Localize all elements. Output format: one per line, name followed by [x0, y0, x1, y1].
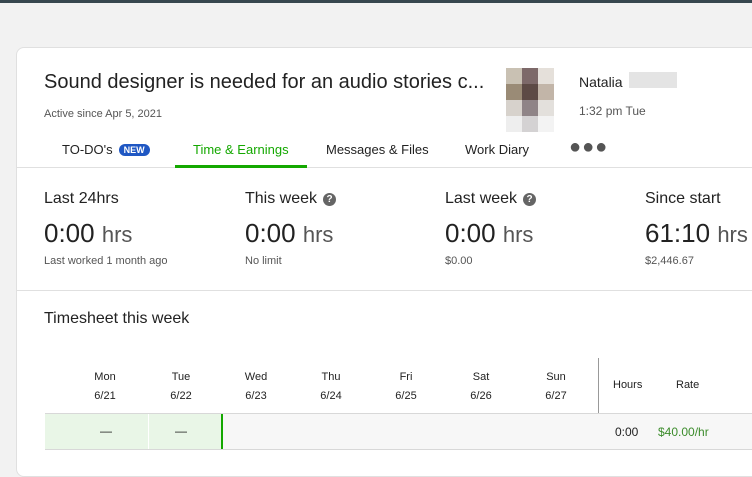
avatar-pixel — [538, 100, 554, 116]
day-header-sun: Sun 6/27 — [545, 371, 567, 402]
avatar-pixel — [522, 68, 538, 84]
stat-label: Since start — [645, 190, 721, 207]
timesheet-title: Timesheet this week — [44, 310, 190, 327]
top-bar — [0, 0, 752, 3]
avatar-pixel — [538, 84, 554, 100]
contract-card: Sound designer is needed for an audio st… — [16, 47, 752, 477]
client-name: Natalia — [579, 74, 623, 90]
client-local-time: 1:32 pm Tue — [579, 104, 646, 118]
client-avatar[interactable] — [506, 68, 554, 132]
stat-subtext: $2,446.67 — [645, 255, 694, 267]
section-divider — [17, 290, 752, 291]
day-header-fri: Fri 6/25 — [395, 371, 417, 402]
active-since: Active since Apr 5, 2021 — [44, 108, 163, 120]
stat-last-24hrs: Last 24hrs 0:00 hrs Last worked 1 month … — [44, 190, 168, 267]
more-icon[interactable]: ●●● — [569, 137, 608, 157]
stat-value: 0:00 hrs — [245, 218, 334, 248]
stat-value: 61:10 hrs — [645, 218, 748, 248]
tab-todos[interactable]: TO-DO's NEW — [62, 142, 150, 168]
avatar-pixel — [522, 116, 538, 132]
help-icon[interactable]: ? — [523, 193, 537, 206]
avatar-pixel — [538, 116, 554, 132]
timesheet-row: — — 0:00 $40.00/hr — [45, 413, 752, 450]
stat-since-start: Since start 61:10 hrs $2,446.67 — [645, 190, 748, 267]
new-badge: NEW — [118, 144, 150, 156]
day-header-sat: Sat 6/26 — [470, 371, 492, 402]
row-rate: $40.00/hr — [658, 425, 709, 439]
avatar-pixel — [506, 84, 522, 100]
hours-header: Hours — [613, 379, 643, 391]
tab-time-earnings[interactable]: Time & Earnings — [175, 142, 307, 168]
avatar-pixel — [506, 100, 522, 116]
stat-label: Last week? — [445, 190, 537, 208]
cell-mon[interactable]: — — [45, 414, 149, 449]
avatar-pixel — [522, 100, 538, 116]
day-header-wed: Wed 6/23 — [244, 371, 268, 402]
tab-bar: TO-DO's NEW Time & Earnings Messages & Fi… — [17, 136, 752, 168]
tab-messages-files[interactable]: Messages & Files — [326, 142, 429, 168]
rate-header: Rate — [676, 379, 700, 391]
day-header-thu: Thu 6/24 — [320, 371, 342, 402]
avatar-pixel — [522, 84, 538, 100]
contract-title[interactable]: Sound designer is needed for an audio st… — [44, 71, 494, 94]
stat-subtext: $0.00 — [445, 255, 473, 267]
stat-subtext: Last worked 1 month ago — [44, 255, 168, 267]
avatar-pixel — [506, 68, 522, 84]
stat-subtext: No limit — [245, 255, 282, 267]
day-header-tue: Tue 6/22 — [170, 371, 192, 402]
cell-tue[interactable]: — — [149, 414, 221, 449]
redacted-surname — [629, 72, 677, 88]
day-header-mon: Mon 6/21 — [94, 371, 116, 402]
help-icon[interactable]: ? — [323, 193, 337, 206]
tab-todos-label: TO-DO's — [62, 142, 113, 157]
avatar-pixel — [506, 116, 522, 132]
stat-last-week: Last week? 0:00 hrs $0.00 — [445, 190, 537, 267]
stat-this-week: This week? 0:00 hrs No limit — [245, 190, 337, 267]
stat-label: Last 24hrs — [44, 190, 119, 207]
tab-work-diary[interactable]: Work Diary — [465, 142, 529, 168]
avatar-pixel — [538, 68, 554, 84]
today-marker — [221, 414, 223, 449]
stat-label: This week? — [245, 190, 337, 208]
stat-value: 0:00 hrs — [44, 218, 133, 248]
row-hours: 0:00 — [615, 425, 639, 439]
timesheet-table: Mon 6/21 Tue 6/22 Wed 6/23 Thu 6/24 Fri 6/25 … — [45, 358, 752, 458]
stat-value: 0:00 hrs — [445, 218, 534, 248]
